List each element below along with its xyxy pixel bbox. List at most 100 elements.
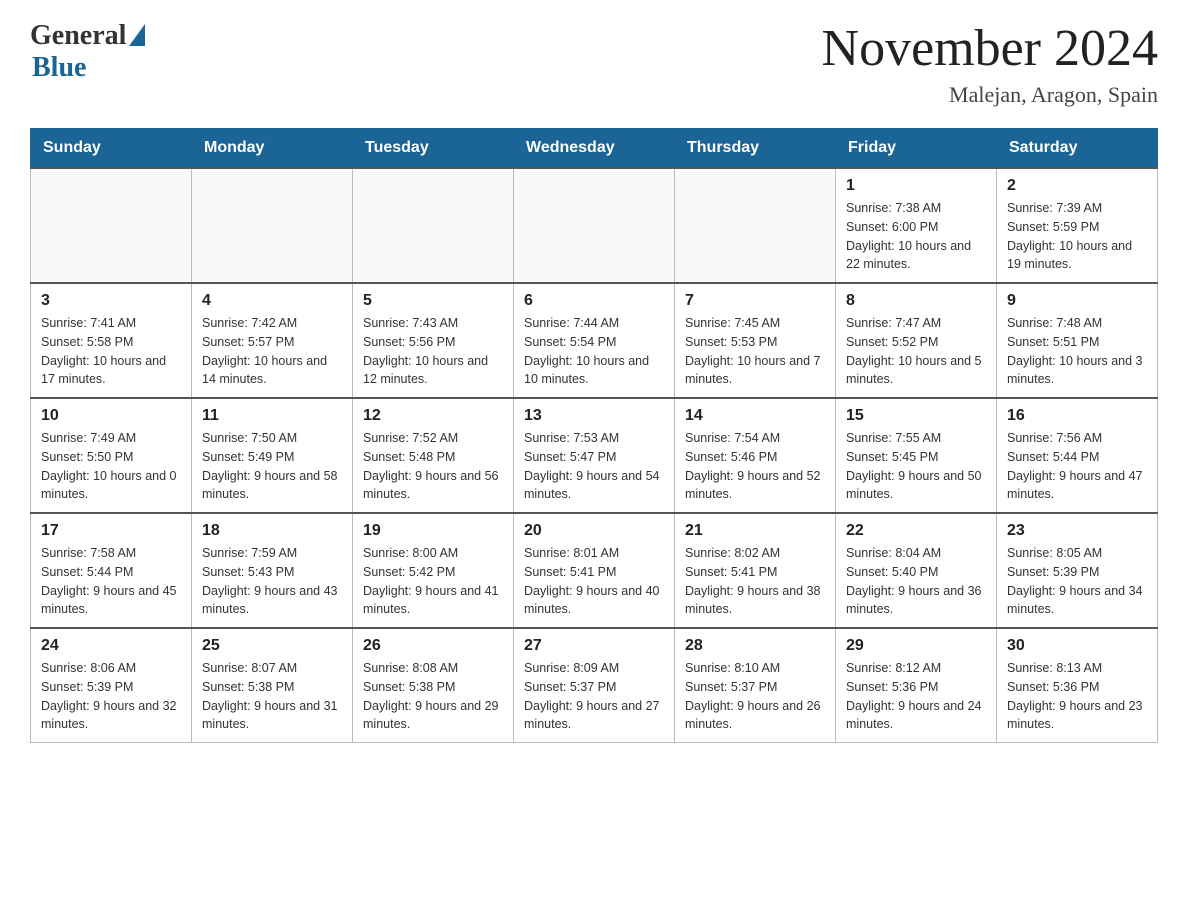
day-number: 25 [202,637,342,655]
calendar-cell-w1-d2 [192,168,353,283]
calendar-cell-w3-d5: 14Sunrise: 7:54 AM Sunset: 5:46 PM Dayli… [675,398,836,513]
calendar-cell-w4-d6: 22 Sunrise: 8:04 AM Sunset: 5:40 PM Dayli… [836,513,997,628]
calendar-cell-w1-d1 [31,168,192,283]
calendar-cell-w4-d5: 21 Sunrise: 8:02 AM Sunset: 5:41 PM Dayli… [675,513,836,628]
day-number: 24 [41,637,181,655]
calendar-cell-w1-d4 [514,168,675,283]
day-number: 1 [846,177,986,195]
day-number: 15 [846,407,986,425]
day-number: 13 [524,407,664,425]
calendar-table: Sunday Monday Tuesday Wednesday Thursday… [30,128,1158,743]
day-info: Sunrise: 7:47 AM Sunset: 5:52 PM Dayligh… [846,314,986,389]
day-info: Sunrise: 7:44 AM Sunset: 5:54 PM Dayligh… [524,314,664,389]
header-tuesday: Tuesday [353,129,514,169]
day-info: Sunrise: 7:42 AM Sunset: 5:57 PM Dayligh… [202,314,342,389]
day-number: 27 [524,637,664,655]
day-number: 30 [1007,637,1147,655]
day-number: 19 [363,522,503,540]
calendar-cell-w1-d5 [675,168,836,283]
header-wednesday: Wednesday [514,129,675,169]
calendar-cell-w5-d5: 28 Sunrise: 8:10 AM Sunset: 5:37 PM Dayli… [675,628,836,743]
calendar-cell-w5-d4: 27 Sunrise: 8:09 AM Sunset: 5:37 PM Dayli… [514,628,675,743]
calendar-cell-w5-d6: 29 Sunrise: 8:12 AM Sunset: 5:36 PM Dayli… [836,628,997,743]
day-number: 8 [846,292,986,310]
day-info: Sunrise: 7:45 AM Sunset: 5:53 PM Dayligh… [685,314,825,389]
day-info: Sunrise: 8:06 AM Sunset: 5:39 PM Dayligh… [41,659,181,734]
calendar-cell-w3-d7: 16Sunrise: 7:56 AM Sunset: 5:44 PM Dayli… [997,398,1158,513]
calendar-cell-w2-d3: 5Sunrise: 7:43 AM Sunset: 5:56 PM Daylig… [353,283,514,398]
calendar-cell-w3-d2: 11 Sunrise: 7:50 AM Sunset: 5:49 PM Dayli… [192,398,353,513]
day-info: Sunrise: 8:10 AM Sunset: 5:37 PM Dayligh… [685,659,825,734]
day-info: Sunrise: 8:08 AM Sunset: 5:38 PM Dayligh… [363,659,503,734]
day-info: Sunrise: 8:05 AM Sunset: 5:39 PM Dayligh… [1007,544,1147,619]
day-info: Sunrise: 7:59 AM Sunset: 5:43 PM Dayligh… [202,544,342,619]
calendar-cell-w4-d2: 18 Sunrise: 7:59 AM Sunset: 5:43 PM Dayli… [192,513,353,628]
day-info: Sunrise: 7:55 AM Sunset: 5:45 PM Dayligh… [846,429,986,504]
calendar-cell-w5-d2: 25 Sunrise: 8:07 AM Sunset: 5:38 PM Dayli… [192,628,353,743]
day-info: Sunrise: 8:04 AM Sunset: 5:40 PM Dayligh… [846,544,986,619]
logo-blue-text: Blue [32,52,86,84]
calendar-cell-w5-d7: 30 Sunrise: 8:13 AM Sunset: 5:36 PM Dayli… [997,628,1158,743]
calendar-cell-w2-d1: 3 Sunrise: 7:41 AM Sunset: 5:58 PM Daylig… [31,283,192,398]
calendar-cell-w3-d4: 13 Sunrise: 7:53 AM Sunset: 5:47 PM Dayli… [514,398,675,513]
day-number: 3 [41,292,181,310]
logo-triangle-icon [129,24,145,46]
header-thursday: Thursday [675,129,836,169]
header-friday: Friday [836,129,997,169]
day-number: 23 [1007,522,1147,540]
calendar-cell-w2-d2: 4 Sunrise: 7:42 AM Sunset: 5:57 PM Daylig… [192,283,353,398]
day-number: 4 [202,292,342,310]
calendar-header-row: Sunday Monday Tuesday Wednesday Thursday… [31,129,1158,169]
location-subtitle: Malejan, Aragon, Spain [822,82,1158,108]
day-number: 29 [846,637,986,655]
day-number: 18 [202,522,342,540]
calendar-cell-w2-d5: 7 Sunrise: 7:45 AM Sunset: 5:53 PM Daylig… [675,283,836,398]
day-number: 28 [685,637,825,655]
calendar-cell-w4-d7: 23 Sunrise: 8:05 AM Sunset: 5:39 PM Dayli… [997,513,1158,628]
day-number: 20 [524,522,664,540]
day-info: Sunrise: 7:49 AM Sunset: 5:50 PM Dayligh… [41,429,181,504]
day-info: Sunrise: 8:07 AM Sunset: 5:38 PM Dayligh… [202,659,342,734]
day-number: 7 [685,292,825,310]
title-section: November 2024 Malejan, Aragon, Spain [822,20,1158,108]
day-number: 22 [846,522,986,540]
day-number: 26 [363,637,503,655]
day-info: Sunrise: 7:52 AM Sunset: 5:48 PM Dayligh… [363,429,503,504]
day-number: 5 [363,292,503,310]
header-monday: Monday [192,129,353,169]
day-info: Sunrise: 8:01 AM Sunset: 5:41 PM Dayligh… [524,544,664,619]
calendar-week-4: 17Sunrise: 7:58 AM Sunset: 5:44 PM Dayli… [31,513,1158,628]
header-sunday: Sunday [31,129,192,169]
header-saturday: Saturday [997,129,1158,169]
logo: General Blue [30,20,145,84]
day-info: Sunrise: 8:12 AM Sunset: 5:36 PM Dayligh… [846,659,986,734]
month-title: November 2024 [822,20,1158,77]
calendar-week-1: 1Sunrise: 7:38 AM Sunset: 6:00 PM Daylig… [31,168,1158,283]
day-number: 16 [1007,407,1147,425]
day-number: 17 [41,522,181,540]
day-number: 9 [1007,292,1147,310]
day-number: 6 [524,292,664,310]
day-number: 12 [363,407,503,425]
calendar-cell-w2-d7: 9Sunrise: 7:48 AM Sunset: 5:51 PM Daylig… [997,283,1158,398]
day-info: Sunrise: 8:02 AM Sunset: 5:41 PM Dayligh… [685,544,825,619]
page-header: General Blue November 2024 Malejan, Arag… [30,20,1158,108]
day-number: 14 [685,407,825,425]
logo-general-text: General [30,20,126,52]
calendar-cell-w4-d4: 20 Sunrise: 8:01 AM Sunset: 5:41 PM Dayli… [514,513,675,628]
day-info: Sunrise: 7:41 AM Sunset: 5:58 PM Dayligh… [41,314,181,389]
calendar-cell-w2-d4: 6 Sunrise: 7:44 AM Sunset: 5:54 PM Daylig… [514,283,675,398]
day-info: Sunrise: 8:13 AM Sunset: 5:36 PM Dayligh… [1007,659,1147,734]
day-info: Sunrise: 7:50 AM Sunset: 5:49 PM Dayligh… [202,429,342,504]
day-number: 21 [685,522,825,540]
calendar-week-3: 10Sunrise: 7:49 AM Sunset: 5:50 PM Dayli… [31,398,1158,513]
day-info: Sunrise: 8:00 AM Sunset: 5:42 PM Dayligh… [363,544,503,619]
day-info: Sunrise: 8:09 AM Sunset: 5:37 PM Dayligh… [524,659,664,734]
day-number: 11 [202,407,342,425]
day-info: Sunrise: 7:53 AM Sunset: 5:47 PM Dayligh… [524,429,664,504]
calendar-cell-w3-d1: 10Sunrise: 7:49 AM Sunset: 5:50 PM Dayli… [31,398,192,513]
calendar-week-5: 24 Sunrise: 8:06 AM Sunset: 5:39 PM Dayli… [31,628,1158,743]
calendar-cell-w3-d3: 12 Sunrise: 7:52 AM Sunset: 5:48 PM Dayli… [353,398,514,513]
calendar-cell-w5-d3: 26 Sunrise: 8:08 AM Sunset: 5:38 PM Dayli… [353,628,514,743]
calendar-cell-w4-d3: 19 Sunrise: 8:00 AM Sunset: 5:42 PM Dayli… [353,513,514,628]
